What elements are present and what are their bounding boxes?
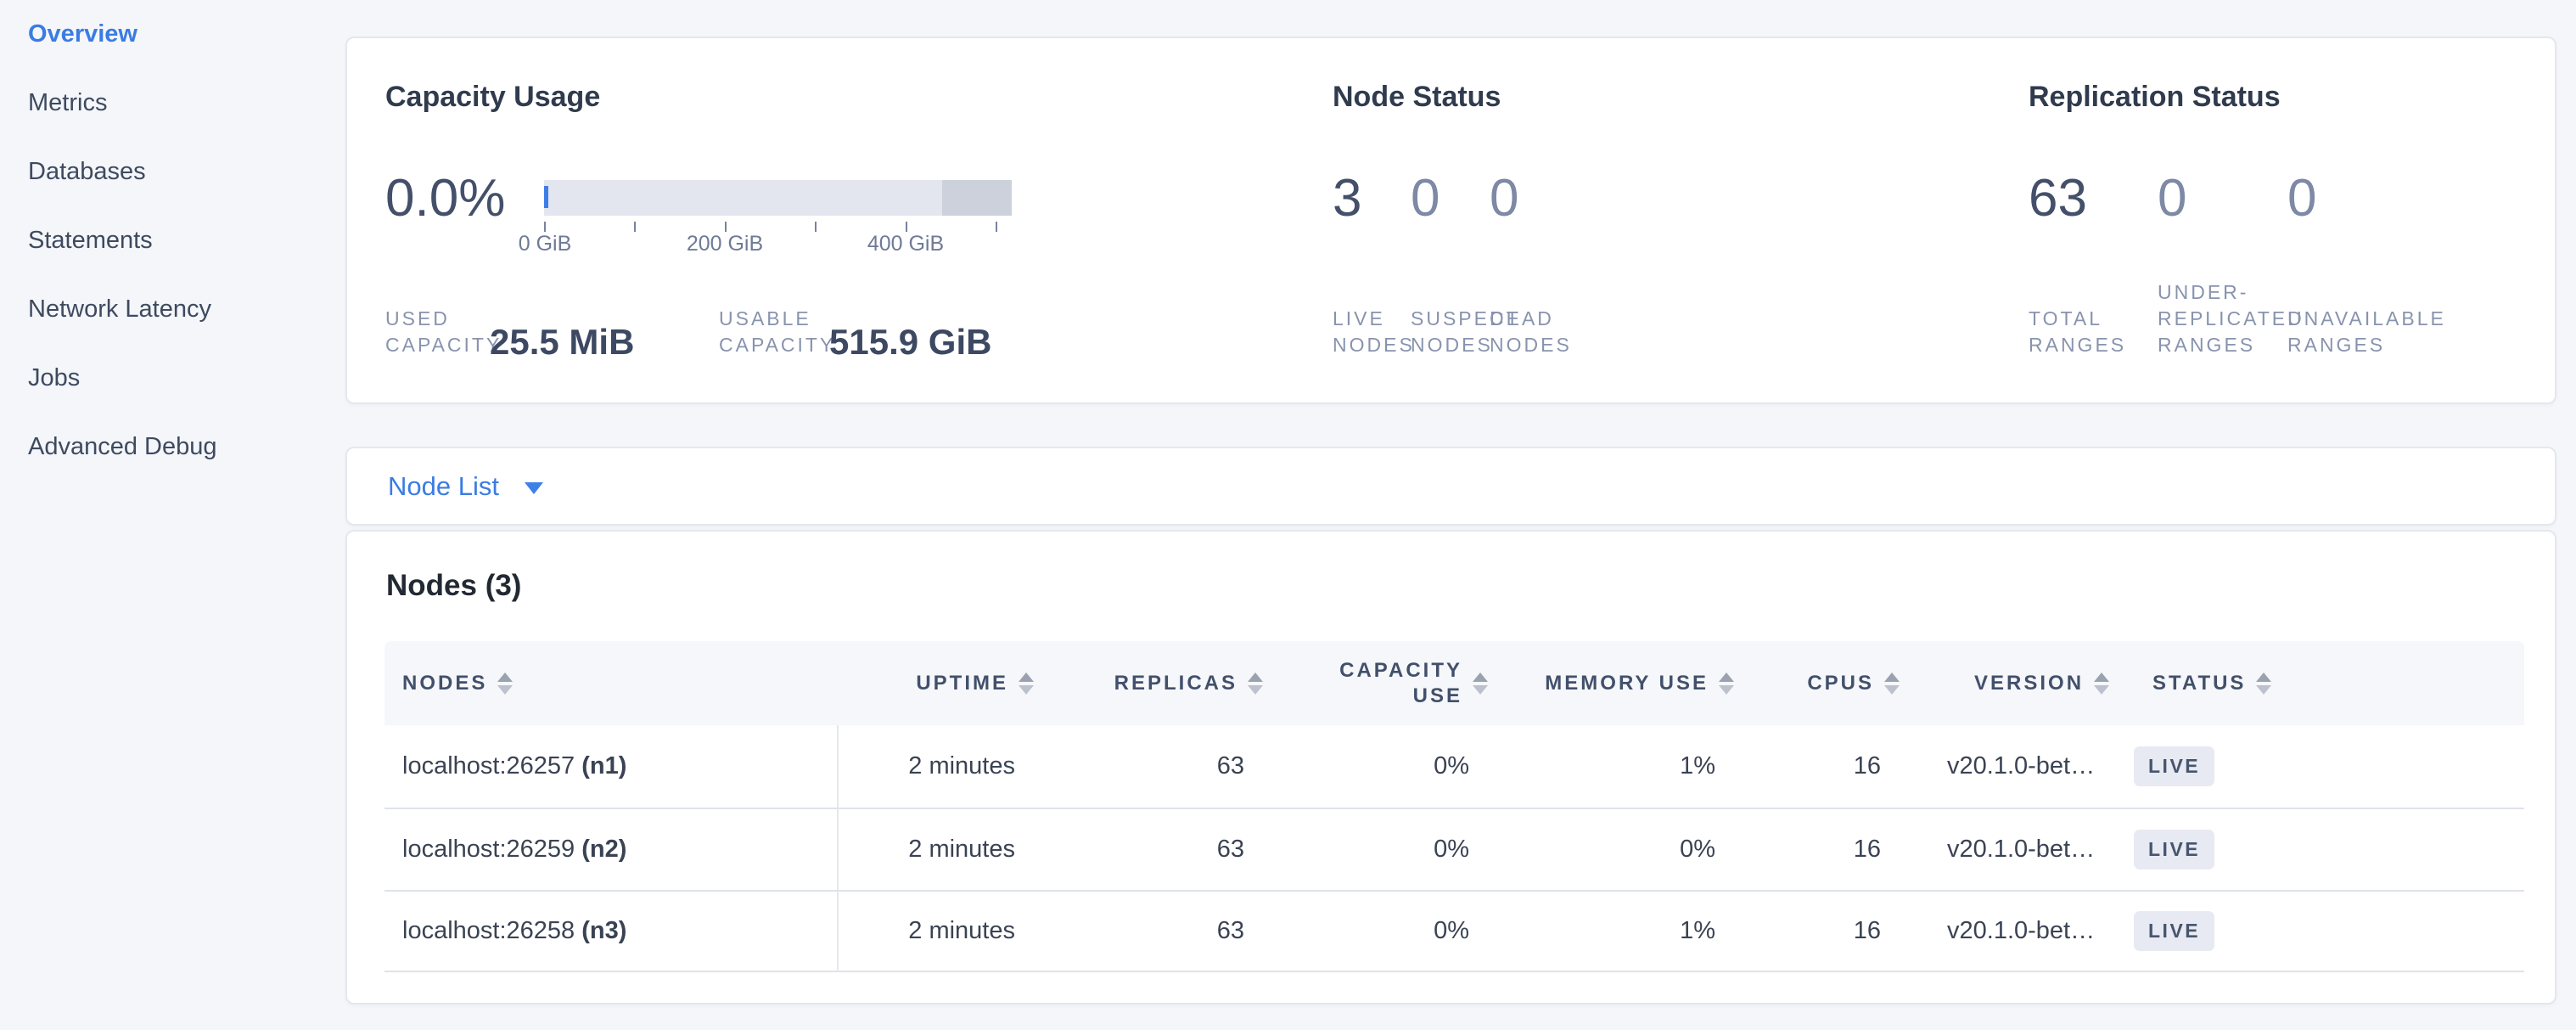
node-list-card: Node List <box>345 447 2556 526</box>
replicas-cell: 63 <box>1054 808 1283 890</box>
sort-icon <box>1473 673 1488 695</box>
axis-tick <box>544 222 546 232</box>
status-cell: LIVE <box>2115 725 2524 808</box>
cpus-cell: 16 <box>1754 808 1920 890</box>
axis-label-200gib: 200 GiB <box>657 232 793 256</box>
used-capacity-value: 25.5 MiB <box>490 324 634 361</box>
version-cell: v20.1.0-bet… <box>1920 890 2115 972</box>
axis-tick <box>815 222 817 232</box>
cpus-cell: 16 <box>1754 725 1920 808</box>
column-header-replicas[interactable]: REPLICAS <box>1054 641 1283 725</box>
column-header-uptime[interactable]: UPTIME <box>839 641 1054 725</box>
replicas-cell: 63 <box>1054 890 1283 972</box>
column-header-nodes[interactable]: NODES <box>384 641 839 725</box>
node-list-dropdown-label: Node List <box>388 471 499 502</box>
unavailable-ranges-count: 0 <box>2287 172 2316 226</box>
capacity-bar-used-indicator <box>544 186 548 208</box>
live-nodes-label: LIVE NODES <box>1333 306 1415 358</box>
nodes-table-card: Nodes (3) NODES UPTIME REPLICAS CAPACITY… <box>345 530 2556 1005</box>
status-cell: LIVE <box>2115 808 2524 890</box>
axis-label-0gib: 0 GiB <box>477 232 613 256</box>
capacity-use-cell: 0% <box>1283 808 1508 890</box>
sidebar-item-overview[interactable]: Overview <box>28 20 334 48</box>
column-header-capacity-use[interactable]: CAPACITY USE <box>1283 641 1508 725</box>
sort-icon <box>1248 673 1263 695</box>
cpus-cell: 16 <box>1754 890 1920 972</box>
memory-use-cell: 1% <box>1508 725 1754 808</box>
usable-capacity-value: 515.9 GiB <box>829 324 991 361</box>
version-cell: v20.1.0-bet… <box>1920 725 2115 808</box>
dead-nodes-count: 0 <box>1490 172 1518 226</box>
dead-nodes-label: DEAD NODES <box>1490 306 1572 358</box>
caret-down-icon <box>525 482 543 494</box>
sort-icon <box>1884 673 1900 695</box>
uptime-cell: 2 minutes <box>839 808 1054 890</box>
axis-tick <box>906 222 907 232</box>
memory-use-cell: 0% <box>1508 808 1754 890</box>
node-address-cell[interactable]: localhost:26258 (n3) <box>384 890 839 972</box>
table-row-node-3[interactable]: localhost:26258 (n3) 2 minutes 63 0% 1% … <box>384 890 2524 972</box>
capacity-use-cell: 0% <box>1283 725 1508 808</box>
node-status-title: Node Status <box>1333 81 1501 114</box>
sidebar-item-statements[interactable]: Statements <box>28 226 334 255</box>
node-list-dropdown[interactable]: Node List <box>347 471 543 502</box>
uptime-cell: 2 minutes <box>839 890 1054 972</box>
axis-tick <box>725 222 727 232</box>
sidebar-item-metrics[interactable]: Metrics <box>28 88 334 117</box>
table-row-node-1[interactable]: localhost:26257 (n1) 2 minutes 63 0% 1% … <box>384 725 2524 808</box>
status-badge: LIVE <box>2134 746 2214 786</box>
live-nodes-count: 3 <box>1333 172 1361 226</box>
sidebar-item-jobs[interactable]: Jobs <box>28 363 334 392</box>
column-header-version[interactable]: VERSION <box>1920 641 2115 725</box>
version-cell: v20.1.0-bet… <box>1920 808 2115 890</box>
node-address-cell[interactable]: localhost:26259 (n2) <box>384 808 839 890</box>
sort-icon <box>1019 673 1034 695</box>
replication-status-title: Replication Status <box>2029 81 2281 114</box>
under-replicated-ranges-label: UNDER- REPLICATED RANGES <box>2158 279 2304 358</box>
sort-icon <box>497 673 513 695</box>
nodes-table: NODES UPTIME REPLICAS CAPACITY USE MEMOR… <box>384 641 2524 972</box>
status-badge: LIVE <box>2134 911 2214 951</box>
axis-label-400gib: 400 GiB <box>838 232 974 256</box>
sort-icon <box>1719 673 1734 695</box>
used-capacity-label: USED CAPACITY <box>385 306 502 358</box>
status-cell: LIVE <box>2115 890 2524 972</box>
total-ranges-count: 63 <box>2029 172 2087 226</box>
node-address-cell[interactable]: localhost:26257 (n1) <box>384 725 839 808</box>
capacity-used-percent: 0.0% <box>385 172 505 226</box>
total-ranges-label: TOTAL RANGES <box>2029 306 2126 358</box>
axis-tick <box>996 222 997 232</box>
capacity-use-cell: 0% <box>1283 890 1508 972</box>
replicas-cell: 63 <box>1054 725 1283 808</box>
capacity-usage-title: Capacity Usage <box>385 81 600 114</box>
status-badge: LIVE <box>2134 830 2214 870</box>
under-replicated-ranges-count: 0 <box>2158 172 2186 226</box>
sidebar-item-databases[interactable]: Databases <box>28 157 334 186</box>
axis-tick <box>634 222 636 232</box>
suspect-nodes-count: 0 <box>1411 172 1440 226</box>
unavailable-ranges-label: UNAVAILABLE RANGES <box>2287 306 2446 358</box>
sort-icon <box>2256 673 2271 695</box>
column-header-status[interactable]: STATUS <box>2115 641 2524 725</box>
cluster-summary-card: Capacity Usage 0.0% 0 GiB 200 GiB 400 Gi… <box>345 37 2556 404</box>
sidebar-item-network-latency[interactable]: Network Latency <box>28 295 334 324</box>
usable-capacity-label: USABLE CAPACITY <box>719 306 835 358</box>
sidebar-item-advanced-debug[interactable]: Advanced Debug <box>28 432 334 461</box>
sort-icon <box>2094 673 2109 695</box>
capacity-bar <box>544 180 1012 216</box>
uptime-cell: 2 minutes <box>839 725 1054 808</box>
nodes-table-heading: Nodes (3) <box>386 569 521 603</box>
memory-use-cell: 1% <box>1508 890 1754 972</box>
column-header-cpus[interactable]: CPUS <box>1754 641 1920 725</box>
capacity-bar-nonusable-segment <box>942 180 1012 216</box>
table-row-node-2[interactable]: localhost:26259 (n2) 2 minutes 63 0% 0% … <box>384 808 2524 890</box>
column-header-memory-use[interactable]: MEMORY USE <box>1508 641 1754 725</box>
sidebar: Overview Metrics Databases Statements Ne… <box>28 20 334 501</box>
table-header-row: NODES UPTIME REPLICAS CAPACITY USE MEMOR… <box>384 641 2524 725</box>
